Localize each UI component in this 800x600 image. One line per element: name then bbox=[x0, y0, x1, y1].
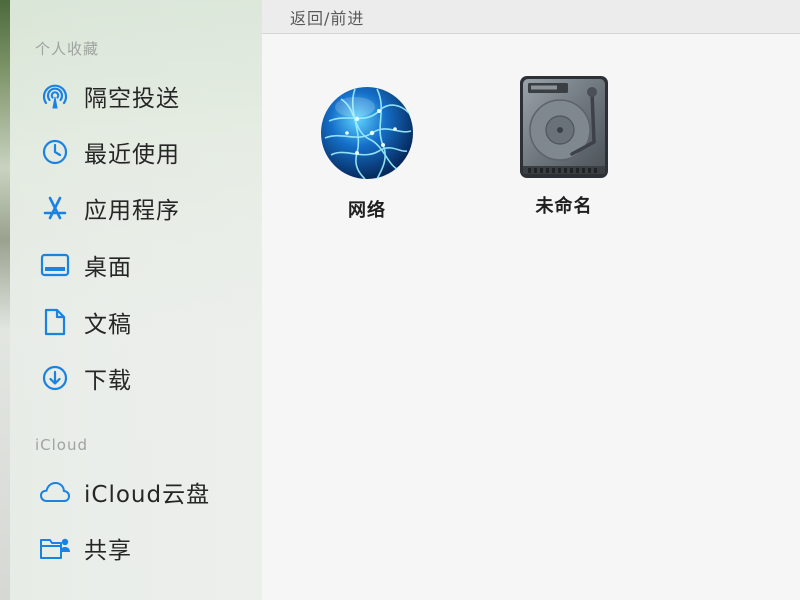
sidebar-item-shared[interactable]: 共享 bbox=[38, 528, 253, 568]
sidebar-item-desktop[interactable]: 桌面 bbox=[38, 245, 253, 285]
sidebar-item-applications[interactable]: 应用程序 bbox=[38, 188, 253, 228]
file-label: 网络 bbox=[348, 200, 386, 221]
network-globe-icon bbox=[312, 78, 422, 188]
sidebar-item-airdrop[interactable]: 隔空投送 bbox=[38, 76, 253, 116]
toolbar: 返回/前进 bbox=[262, 0, 800, 34]
icloud-section-header: iCloud bbox=[35, 436, 89, 454]
airdrop-icon bbox=[38, 79, 72, 113]
sidebar: 个人收藏 隔空投送 最近使用 应用程序 桌面 文稿 下载 iCloud iClo… bbox=[0, 0, 263, 600]
file-browser-content: 网络 未命名 bbox=[262, 34, 800, 600]
sidebar-item-documents[interactable]: 文稿 bbox=[38, 302, 253, 342]
sidebar-item-label: 最近使用 bbox=[84, 142, 180, 168]
file-label: 未命名 bbox=[535, 196, 593, 217]
sidebar-item-icloud-drive[interactable]: iCloud云盘 bbox=[38, 472, 253, 512]
back-forward-nav[interactable]: 返回/前进 bbox=[290, 5, 364, 29]
sidebar-item-label: 隔空投送 bbox=[84, 86, 180, 112]
sidebar-item-label: 文稿 bbox=[84, 312, 132, 338]
clock-icon bbox=[38, 135, 72, 169]
sidebar-item-label: 桌面 bbox=[84, 255, 132, 281]
sidebar-item-label: 下载 bbox=[84, 368, 132, 394]
sidebar-item-label: iCloud云盘 bbox=[84, 482, 211, 508]
download-icon bbox=[38, 361, 72, 395]
shared-folder-icon bbox=[38, 531, 72, 565]
sidebar-item-downloads[interactable]: 下载 bbox=[38, 358, 253, 398]
sidebar-item-label: 应用程序 bbox=[84, 198, 180, 224]
finder-window: 个人收藏 隔空投送 最近使用 应用程序 桌面 文稿 下载 iCloud iClo… bbox=[0, 0, 800, 600]
cloud-icon bbox=[38, 475, 72, 509]
hard-drive-icon bbox=[509, 74, 619, 184]
file-item-untitled-disk[interactable]: 未命名 bbox=[489, 74, 639, 218]
applications-icon bbox=[38, 191, 72, 225]
sidebar-item-label: 共享 bbox=[84, 538, 132, 564]
document-icon bbox=[38, 305, 72, 339]
desktop-wallpaper-edge bbox=[0, 0, 10, 600]
sidebar-item-recents[interactable]: 最近使用 bbox=[38, 132, 253, 172]
desktop-icon bbox=[38, 248, 72, 282]
file-item-network[interactable]: 网络 bbox=[292, 78, 442, 222]
favorites-section-header: 个人收藏 bbox=[35, 40, 100, 58]
